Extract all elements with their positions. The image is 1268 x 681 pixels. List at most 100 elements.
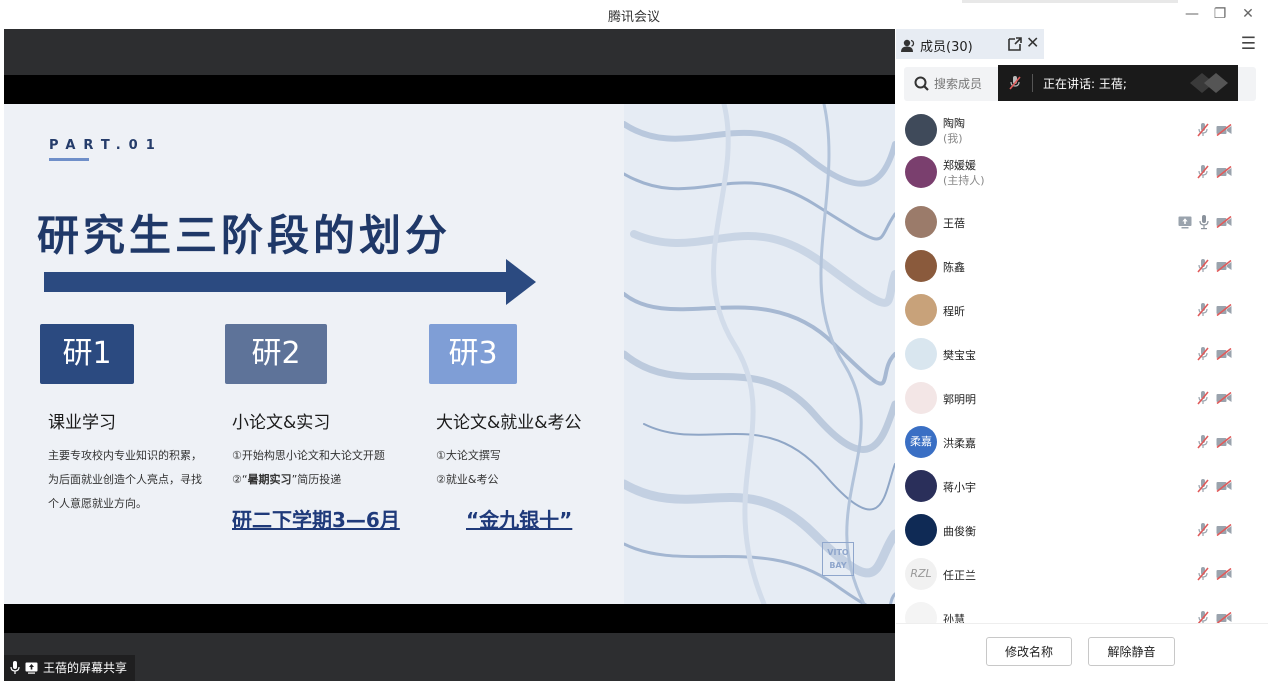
stage-title-1: 课业学习 — [48, 413, 116, 433]
mic-muted-icon — [1009, 76, 1021, 90]
stage-box-2: 研2 — [225, 324, 327, 384]
screen-share-stage[interactable]: PART.01 研究生三阶段的划分 研1 课业学习 主要专攻校内专业知识的积累，… — [4, 29, 895, 681]
panel-footer: 修改名称 解除静音 — [896, 623, 1268, 681]
stage-link-2: 研二下学期3—6月 — [232, 508, 400, 532]
member-name: 郭明明 — [943, 393, 976, 406]
camera-off-icon[interactable] — [1216, 124, 1232, 136]
mic-muted-icon[interactable] — [1196, 346, 1210, 362]
avatar: RZL — [905, 558, 937, 590]
member-name: 程昕 — [943, 305, 965, 318]
avatar — [905, 470, 937, 502]
camera-off-icon[interactable] — [1216, 260, 1232, 272]
stage-desc-2: ①开始构思小论文和大论文开题 ②“暑期实习”简历投递 — [232, 449, 385, 486]
camera-off-icon[interactable] — [1216, 348, 1232, 360]
camera-off-icon[interactable] — [1216, 524, 1232, 536]
app-title: 腾讯会议 — [607, 10, 660, 25]
member-name: 王蓓 — [943, 217, 965, 230]
tab-members[interactable]: 成员(30) ✕ — [896, 29, 1044, 59]
mic-muted-icon[interactable] — [1196, 566, 1210, 582]
member-row[interactable]: 蒋小宇 — [896, 465, 1268, 507]
letterbox-bottom — [4, 604, 895, 633]
title-bar: 腾讯会议 — ❐ ✕ — [0, 0, 1268, 29]
member-name: 任正兰 — [943, 569, 976, 582]
mic-muted-icon[interactable] — [1196, 258, 1210, 274]
avatar — [905, 206, 937, 238]
stage-link-3: “金九银十” — [466, 508, 573, 532]
microphone-icon — [10, 661, 20, 674]
close-window-button[interactable]: ✕ — [1238, 4, 1258, 24]
avatar — [905, 382, 937, 414]
part-underline — [49, 158, 89, 161]
speaking-indicator: 正在讲话: 王蓓; — [998, 65, 1238, 101]
mic-muted-icon[interactable] — [1196, 522, 1210, 538]
speaking-wave-icon — [1190, 73, 1228, 93]
share-label-text: 王蓓的屏幕共享 — [43, 661, 128, 675]
minimize-button[interactable]: — — [1182, 4, 1202, 24]
member-name: 陈鑫 — [943, 261, 965, 274]
stage-box-1: 研1 — [40, 324, 134, 384]
mic-muted-icon[interactable] — [1196, 434, 1210, 450]
marble-background — [624, 104, 895, 604]
camera-off-icon[interactable] — [1216, 166, 1232, 178]
member-row[interactable]: 陶陶 (我) — [896, 109, 1268, 151]
mic-muted-icon[interactable] — [1196, 302, 1210, 318]
camera-off-icon[interactable] — [1216, 436, 1232, 448]
stage-box-3: 研3 — [429, 324, 517, 384]
member-role: (我) — [943, 132, 963, 145]
screen-share-icon — [1178, 216, 1192, 228]
screen-share-label: 王蓓的屏幕共享 — [4, 655, 136, 681]
avatar — [905, 156, 937, 188]
search-input[interactable] — [934, 73, 994, 95]
stage-desc-1: 主要专攻校内专业知识的积累， 为后面就业创造个人亮点，寻找 个人意愿就业方向。 — [48, 449, 202, 510]
speaking-text: 正在讲话: 王蓓; — [1043, 76, 1127, 91]
camera-off-icon[interactable] — [1216, 216, 1232, 228]
member-row[interactable]: 柔嘉 洪柔嘉 — [896, 421, 1268, 463]
member-row[interactable]: 郑媛媛 (主持人) — [896, 151, 1268, 193]
rename-button[interactable]: 修改名称 — [986, 637, 1072, 666]
member-row[interactable]: 陈鑫 — [896, 245, 1268, 287]
title-bar-hint — [962, 0, 1178, 3]
stage-desc-3: ①大论文撰写 ②就业&考公 — [436, 449, 501, 486]
member-row[interactable]: 樊宝宝 — [896, 333, 1268, 375]
mic-muted-icon[interactable] — [1196, 390, 1210, 406]
member-row[interactable]: 程昕 — [896, 289, 1268, 331]
vito-bay-logo: VITO BAY — [822, 542, 854, 576]
unmute-button[interactable]: 解除静音 — [1088, 637, 1175, 666]
members-icon — [901, 39, 915, 52]
mic-muted-icon[interactable] — [1196, 478, 1210, 494]
stage-title-3: 大论文&就业&考公 — [436, 413, 582, 433]
mic-muted-icon[interactable] — [1196, 122, 1210, 138]
mic-muted-icon[interactable] — [1196, 164, 1210, 180]
member-row[interactable]: RZL 任正兰 — [896, 553, 1268, 595]
shared-slide: PART.01 研究生三阶段的划分 研1 课业学习 主要专攻校内专业知识的积累，… — [4, 104, 895, 604]
close-panel-icon[interactable]: ✕ — [1026, 33, 1039, 52]
slide-headline: 研究生三阶段的划分 — [37, 211, 452, 260]
letterbox-top — [4, 75, 895, 104]
avatar — [905, 514, 937, 546]
screen-share-icon — [25, 662, 38, 674]
search-icon — [914, 76, 929, 91]
arrow-right-icon — [44, 259, 536, 305]
camera-off-icon[interactable] — [1216, 480, 1232, 492]
member-row[interactable]: 王蓓 — [896, 201, 1268, 243]
panel-menu-icon[interactable]: ☰ — [1241, 34, 1256, 54]
avatar — [905, 250, 937, 282]
avatar — [905, 294, 937, 326]
avatar: 柔嘉 — [905, 426, 937, 458]
member-name: 樊宝宝 — [943, 349, 976, 362]
camera-off-icon[interactable] — [1216, 568, 1232, 580]
part-label: PART.01 — [49, 138, 163, 153]
member-row[interactable]: 曲俊衡 — [896, 509, 1268, 551]
avatar — [905, 338, 937, 370]
member-row[interactable]: 郭明明 — [896, 377, 1268, 419]
tab-members-label: 成员(30) — [920, 40, 973, 55]
member-name: 陶陶 — [943, 117, 965, 130]
avatar — [905, 114, 937, 146]
camera-off-icon[interactable] — [1216, 304, 1232, 316]
restore-button[interactable]: ❐ — [1210, 4, 1230, 24]
member-role: (主持人) — [943, 174, 985, 187]
camera-off-icon[interactable] — [1216, 392, 1232, 404]
microphone-icon[interactable] — [1198, 214, 1210, 230]
member-name: 蒋小宇 — [943, 481, 976, 494]
popout-icon[interactable] — [1008, 37, 1022, 51]
